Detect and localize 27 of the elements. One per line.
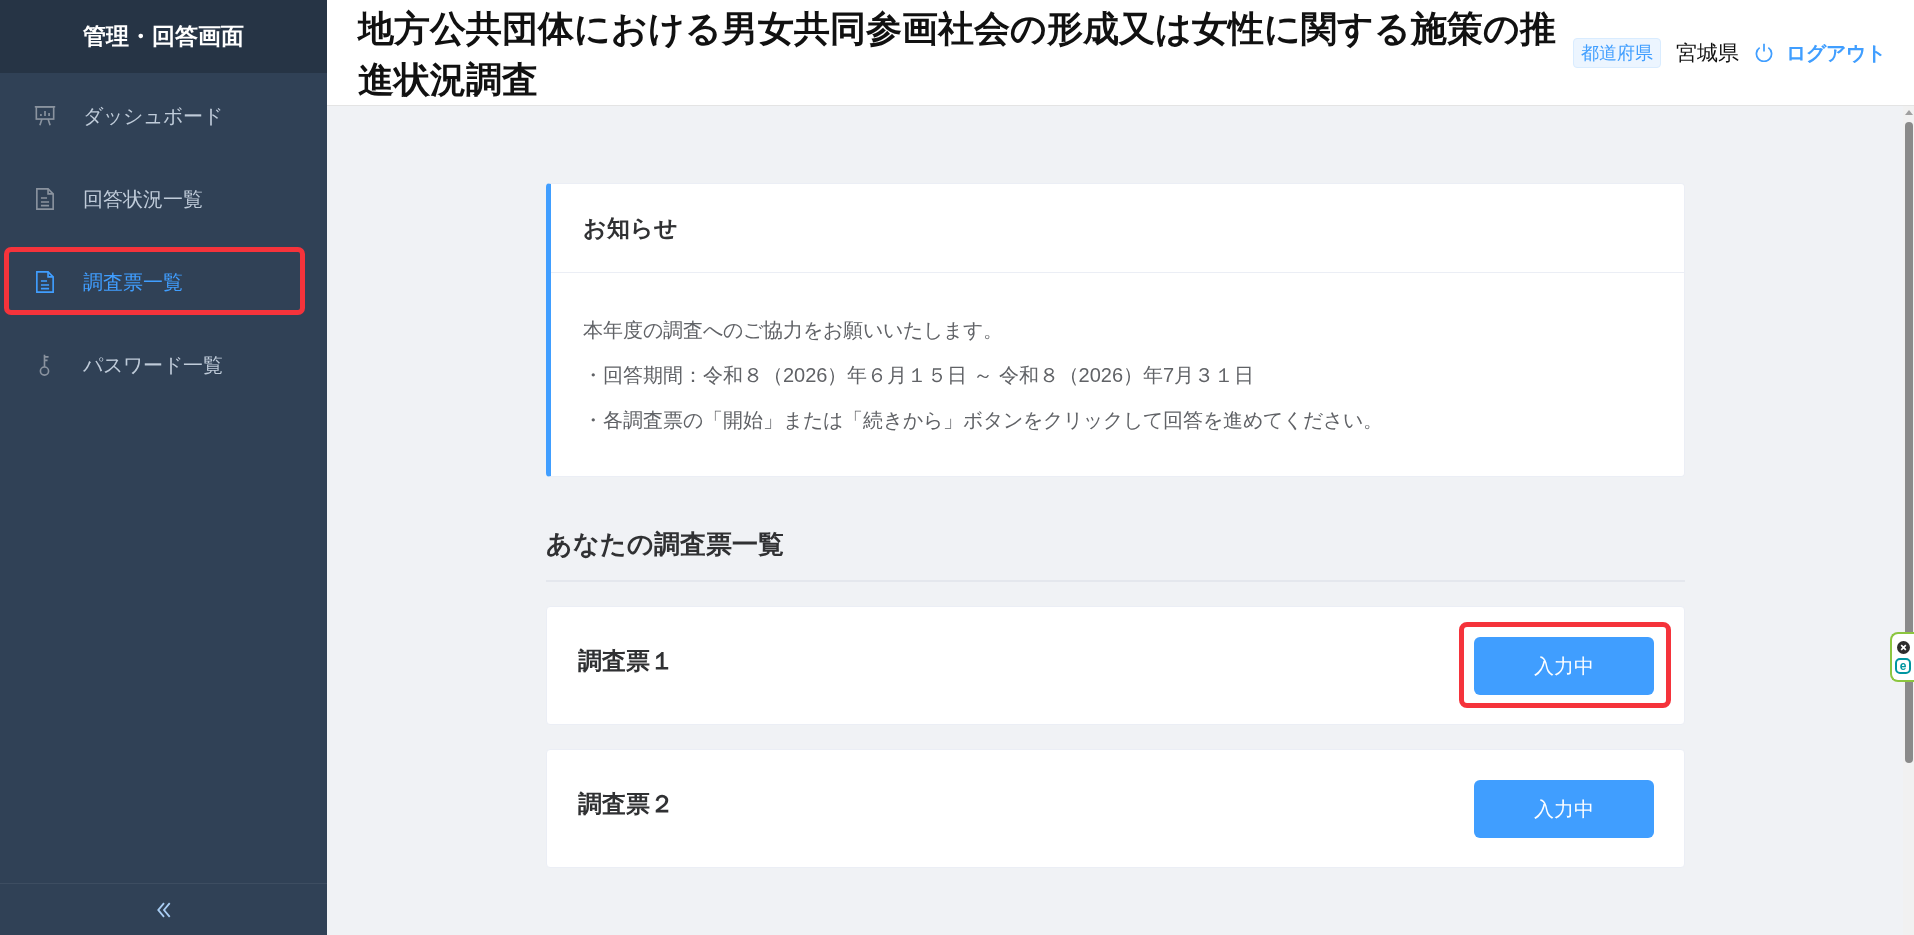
logout-link[interactable]: ログアウト	[1755, 37, 1886, 68]
status-button[interactable]: 入力中	[1474, 779, 1654, 838]
user-name: 宮城県	[1676, 40, 1739, 66]
presentation-chart-icon	[34, 106, 56, 126]
document-icon	[36, 188, 54, 210]
notice-text: ・回答期間：令和８（2026）年６月１５日 ～ 令和８（2026）年7月３１日	[583, 363, 1256, 388]
notice-text: 本年度の調査へのご協力をお願いいたします。	[583, 318, 1004, 343]
close-icon[interactable]	[1896, 640, 1910, 654]
section-title: あなたの調査票一覧	[546, 528, 785, 561]
document-icon	[36, 271, 54, 293]
sidebar-item[interactable]: パスワード一覧	[0, 331, 327, 399]
page-title: 地方公共団体における男女共同参画社会の形成又は女性に関する施策の推進状況調査	[358, 7, 1557, 102]
notice-text: ・各調査票の「開始」または「続きから」ボタンをクリックして回答を進めてください。	[583, 408, 1384, 433]
sidebar-item[interactable]: 回答状況一覧	[0, 165, 327, 233]
status-button[interactable]: 入力中	[1474, 636, 1654, 695]
role-badge: 都道府県	[1573, 37, 1661, 68]
key-icon	[39, 354, 51, 376]
scrollbar-thumb[interactable]	[1904, 122, 1913, 763]
sidebar-title: 管理・回答画面	[83, 22, 244, 52]
double-chevron-left-icon[interactable]	[155, 901, 172, 918]
sidebar-item[interactable]: ダッシュボード	[0, 82, 327, 150]
survey-name: 調査票２	[578, 788, 674, 819]
survey-name: 調査票１	[578, 645, 674, 676]
notice-title: お知らせ	[583, 213, 678, 243]
extension-logo[interactable]: e	[1895, 657, 1911, 674]
sidebar-item[interactable]: 調査票一覧	[0, 248, 327, 316]
power-icon	[1755, 43, 1773, 63]
